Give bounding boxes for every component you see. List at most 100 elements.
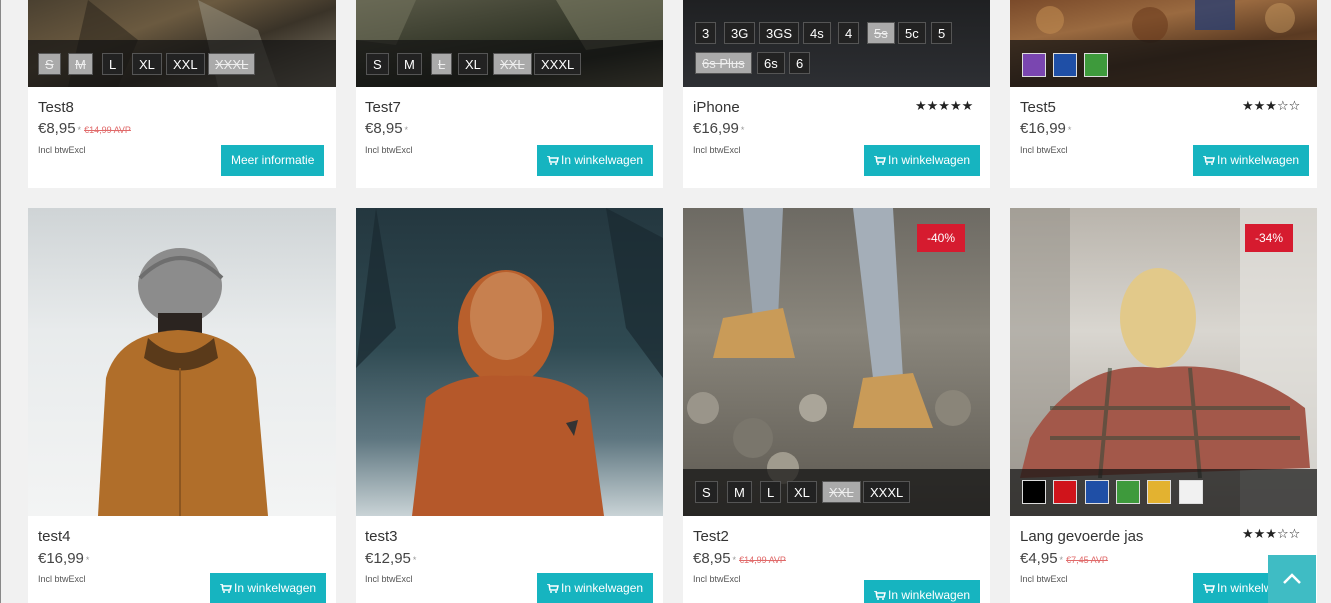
- product-image[interactable]: S M L XL XXL XXXL: [28, 0, 336, 87]
- product-image[interactable]: [28, 208, 336, 516]
- product-card-test4[interactable]: test4 €16,99 * Incl btwExcl In winkelwage…: [28, 208, 336, 603]
- product-image[interactable]: S M L XL XXL XXXL: [356, 0, 663, 87]
- product-title[interactable]: Test2: [693, 528, 729, 545]
- product-title[interactable]: Test8: [38, 99, 74, 116]
- product-image[interactable]: [1010, 0, 1317, 87]
- product-title[interactable]: Test5: [1020, 99, 1056, 116]
- product-title[interactable]: test3: [365, 528, 398, 545]
- shopping-cart-icon: [547, 156, 559, 165]
- more-info-button[interactable]: Meer informatie: [221, 145, 325, 176]
- model-option[interactable]: 6s Plus: [695, 52, 752, 74]
- color-swatch-green[interactable]: [1116, 480, 1140, 504]
- size-option[interactable]: L: [760, 481, 782, 503]
- rating-stars: ★★★★★: [915, 98, 974, 113]
- size-option[interactable]: L: [102, 53, 124, 75]
- add-to-cart-button[interactable]: In winkelwagen: [1193, 145, 1310, 176]
- product-price: €8,95 * €14,99 AVP: [38, 120, 131, 137]
- product-card-test7[interactable]: S M L XL XXL XXXL Test7 €8,95 * Incl btwE…: [356, 0, 663, 188]
- model-option[interactable]: 3GS: [759, 22, 800, 44]
- color-swatch-red[interactable]: [1053, 480, 1077, 504]
- model-option[interactable]: 4s: [803, 22, 831, 44]
- vat-note: Incl btwExcl: [1020, 574, 1068, 584]
- size-option[interactable]: XXXL: [534, 53, 582, 75]
- size-option[interactable]: XXXL: [863, 481, 911, 503]
- size-option[interactable]: XXL: [493, 53, 532, 75]
- old-price: €14,99 AVP: [739, 555, 786, 565]
- discount-badge: -34%: [1245, 224, 1294, 252]
- color-swatch-black[interactable]: [1022, 480, 1046, 504]
- product-card-test2[interactable]: -40% S M L XL XXL XXXL Test2 €8,95 * €14,9…: [683, 208, 990, 603]
- color-swatch-blue[interactable]: [1053, 53, 1077, 77]
- old-price: €7,45 AVP: [1066, 555, 1108, 565]
- color-swatch-white[interactable]: [1179, 480, 1203, 504]
- model-option[interactable]: 3: [695, 22, 717, 44]
- shopping-cart-icon: [1203, 156, 1215, 165]
- product-price: €16,99 *: [693, 120, 745, 137]
- product-price: €16,99 *: [1020, 120, 1072, 137]
- product-card-test3[interactable]: test3 €12,95 * Incl btwExcl In winkelwage…: [356, 208, 663, 603]
- vat-note: Incl btwExcl: [38, 574, 86, 584]
- vat-note: Incl btwExcl: [365, 574, 413, 584]
- rating-stars: ★★★☆☆: [1242, 526, 1301, 541]
- size-option[interactable]: L: [431, 53, 453, 75]
- add-to-cart-button[interactable]: In winkelwagen: [864, 145, 981, 176]
- product-title[interactable]: Test7: [365, 99, 401, 116]
- shopping-cart-icon: [1203, 584, 1215, 593]
- shopping-cart-icon: [874, 156, 886, 165]
- color-swatch-green[interactable]: [1084, 53, 1108, 77]
- product-title[interactable]: test4: [38, 528, 71, 545]
- add-to-cart-button[interactable]: In winkelwagen: [210, 573, 327, 603]
- add-to-cart-button[interactable]: In winkelwagen: [537, 573, 654, 603]
- scroll-to-top-button[interactable]: [1268, 555, 1316, 603]
- product-image[interactable]: -40% S M L XL XXL XXXL: [683, 208, 990, 516]
- size-option[interactable]: S: [695, 481, 718, 503]
- size-option[interactable]: XL: [787, 481, 817, 503]
- product-image[interactable]: -34%: [1010, 208, 1317, 516]
- size-option[interactable]: S: [38, 53, 61, 75]
- product-card-test8[interactable]: S M L XL XXL XXXL Test8 €8,95 * €14,99 AVP…: [28, 0, 336, 188]
- model-option[interactable]: 5: [931, 22, 953, 44]
- product-card-test5[interactable]: Test5 ★★★☆☆ €16,99 * Incl btwExcl In wink…: [1010, 0, 1317, 188]
- model-option[interactable]: 5c: [898, 22, 926, 44]
- product-price: €8,95 *: [365, 120, 409, 137]
- size-option[interactable]: XL: [458, 53, 488, 75]
- product-price: €8,95 * €14,99 AVP: [693, 550, 786, 567]
- page-left-border: [0, 0, 1, 603]
- shopping-cart-icon: [874, 591, 886, 600]
- size-option[interactable]: XL: [132, 53, 162, 75]
- product-image[interactable]: 3 3G 3GS 4s 4 5s 5c 5 6s Plus 6s 6: [683, 0, 990, 87]
- model-option[interactable]: 5s: [867, 22, 895, 44]
- rating-stars: ★★★☆☆: [1242, 98, 1301, 113]
- color-swatch-yellow[interactable]: [1147, 480, 1171, 504]
- size-option[interactable]: M: [727, 481, 752, 503]
- product-price: €16,99 *: [38, 550, 90, 567]
- product-card-lang-gevoerde-jas[interactable]: -34% Lang gevoerde jas ★★★☆☆ €4,95 * €7,45…: [1010, 208, 1317, 603]
- shopping-cart-icon: [547, 584, 559, 593]
- color-swatch-purple[interactable]: [1022, 53, 1046, 77]
- vat-note: Incl btwExcl: [693, 574, 741, 584]
- size-option[interactable]: XXL: [166, 53, 205, 75]
- size-option[interactable]: S: [366, 53, 389, 75]
- model-option[interactable]: 4: [838, 22, 860, 44]
- size-option[interactable]: M: [68, 53, 93, 75]
- product-title[interactable]: Lang gevoerde jas: [1020, 528, 1143, 545]
- vat-note: Incl btwExcl: [365, 145, 413, 155]
- product-image[interactable]: [356, 208, 663, 516]
- product-card-iphone[interactable]: 3 3G 3GS 4s 4 5s 5c 5 6s Plus 6s 6 iPhon…: [683, 0, 990, 188]
- vat-note: Incl btwExcl: [38, 145, 86, 155]
- color-swatch-blue[interactable]: [1085, 480, 1109, 504]
- old-price: €14,99 AVP: [84, 125, 131, 135]
- add-to-cart-button[interactable]: In winkelwagen: [537, 145, 654, 176]
- size-option[interactable]: XXL: [822, 481, 861, 503]
- product-price: €4,95 * €7,45 AVP: [1020, 550, 1108, 567]
- product-title[interactable]: iPhone: [693, 99, 740, 116]
- vat-note: Incl btwExcl: [1020, 145, 1068, 155]
- add-to-cart-button[interactable]: In winkelwagen: [864, 580, 981, 603]
- vat-note: Incl btwExcl: [693, 145, 741, 155]
- model-option[interactable]: 3G: [724, 22, 756, 44]
- model-option[interactable]: 6: [789, 52, 811, 74]
- model-option[interactable]: 6s: [757, 52, 785, 74]
- size-option[interactable]: XXXL: [208, 53, 256, 75]
- size-option[interactable]: M: [397, 53, 422, 75]
- chevron-up-icon: [1283, 573, 1301, 584]
